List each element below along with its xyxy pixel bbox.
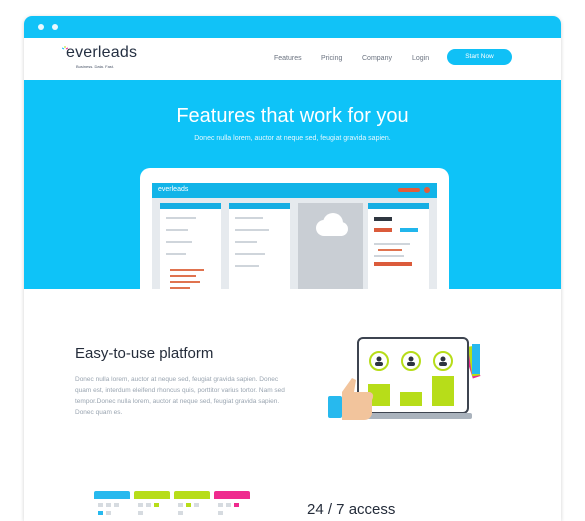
feature-platform-body: Donec nulla lorem, auctor at neque sed, …	[75, 376, 285, 416]
mockup-line	[166, 241, 192, 243]
laptop-icon	[328, 337, 481, 420]
mockup-logo: everleads	[158, 186, 189, 193]
user-icon	[369, 351, 389, 371]
calendar-cell	[146, 503, 151, 507]
mockup-header: everleads	[152, 183, 437, 198]
mockup-image-placeholder	[298, 203, 363, 289]
calendar-header	[134, 491, 170, 499]
mockup-tag	[374, 262, 412, 266]
user-icon	[401, 351, 421, 371]
mockup-column-2	[229, 203, 290, 289]
mockup-header-pill	[398, 188, 420, 192]
mockup-line	[235, 265, 259, 267]
mockup-column-header	[368, 203, 429, 209]
calendar-cell	[106, 511, 111, 515]
top-navigation: everleads Business. Data. Fast. Features…	[24, 38, 561, 80]
calendar-cell	[194, 503, 199, 507]
calendar-cell	[186, 503, 191, 507]
mockup-column-1	[160, 203, 221, 289]
mockup-column-header	[160, 203, 221, 209]
mockup-line	[170, 281, 200, 283]
mockup-line	[235, 253, 265, 255]
cloud-icon	[316, 213, 348, 236]
calendar-icon	[174, 491, 210, 521]
calendar-cell	[218, 511, 223, 515]
mockup-tag	[374, 217, 392, 221]
calendar-cell	[138, 511, 143, 515]
calendar-cell	[226, 503, 231, 507]
features-section: Easy-to-use platform Donec nulla lorem, …	[24, 289, 561, 521]
calendar-cell	[114, 503, 119, 507]
mockup-line	[166, 253, 186, 255]
calendar-cell	[218, 503, 223, 507]
nav-link-company[interactable]: Company	[362, 55, 392, 62]
hero-section: Features that work for you Donec nulla l…	[24, 80, 561, 289]
calendar-cell	[106, 503, 111, 507]
mockup-line	[170, 275, 196, 277]
mockup-header-dot	[424, 187, 430, 193]
mockup-tag	[374, 228, 392, 232]
window-titlebar	[24, 16, 561, 38]
window-dot-2[interactable]	[52, 24, 58, 30]
calendar-icon	[134, 491, 170, 521]
start-now-button[interactable]: Start Now	[447, 49, 512, 65]
calendar-header	[214, 491, 250, 499]
mockup-column-header	[229, 203, 290, 209]
mockup-line	[166, 229, 188, 231]
user-icon	[433, 351, 453, 371]
calendar-cell	[98, 503, 103, 507]
calendar-cell	[178, 511, 183, 515]
hero-title: Features that work for you	[176, 105, 409, 127]
brand-logo[interactable]: everleads	[66, 44, 137, 62]
hero-subtitle: Donec nulla lorem, auctor at neque sed, …	[194, 135, 391, 142]
browser-window: everleads Business. Data. Fast. Features…	[24, 16, 561, 521]
nav-link-features[interactable]: Features	[274, 55, 302, 62]
mockup-tag	[400, 228, 418, 232]
feature-platform-title: Easy-to-use platform	[75, 345, 214, 362]
nav-link-login[interactable]: Login	[412, 55, 429, 62]
calendar-cell	[178, 503, 183, 507]
feature-access-title: 24 / 7 access	[307, 501, 396, 518]
mockup-line	[235, 217, 263, 219]
calendar-icon	[94, 491, 130, 521]
window-dot-1[interactable]	[38, 24, 44, 30]
calendar-icon	[214, 491, 250, 521]
mockup-column-4	[368, 203, 429, 289]
calendar-header	[174, 491, 210, 499]
mockup-line	[235, 241, 257, 243]
calendar-cell	[138, 503, 143, 507]
brand-tagline: Business. Data. Fast.	[76, 64, 115, 69]
calendar-cell	[154, 503, 159, 507]
nav-link-pricing[interactable]: Pricing	[321, 55, 342, 62]
mockup-line	[235, 229, 269, 231]
mockup-line	[170, 269, 204, 271]
mockup-line	[378, 249, 402, 251]
mockup-line	[166, 217, 196, 219]
app-mockup-screen: everleads	[152, 183, 437, 289]
mockup-line	[374, 255, 404, 257]
calendar-cell	[234, 503, 239, 507]
mockup-line	[374, 243, 410, 245]
calendar-header	[94, 491, 130, 499]
app-mockup-laptop: everleads	[140, 168, 449, 289]
calendar-cell	[98, 511, 103, 515]
